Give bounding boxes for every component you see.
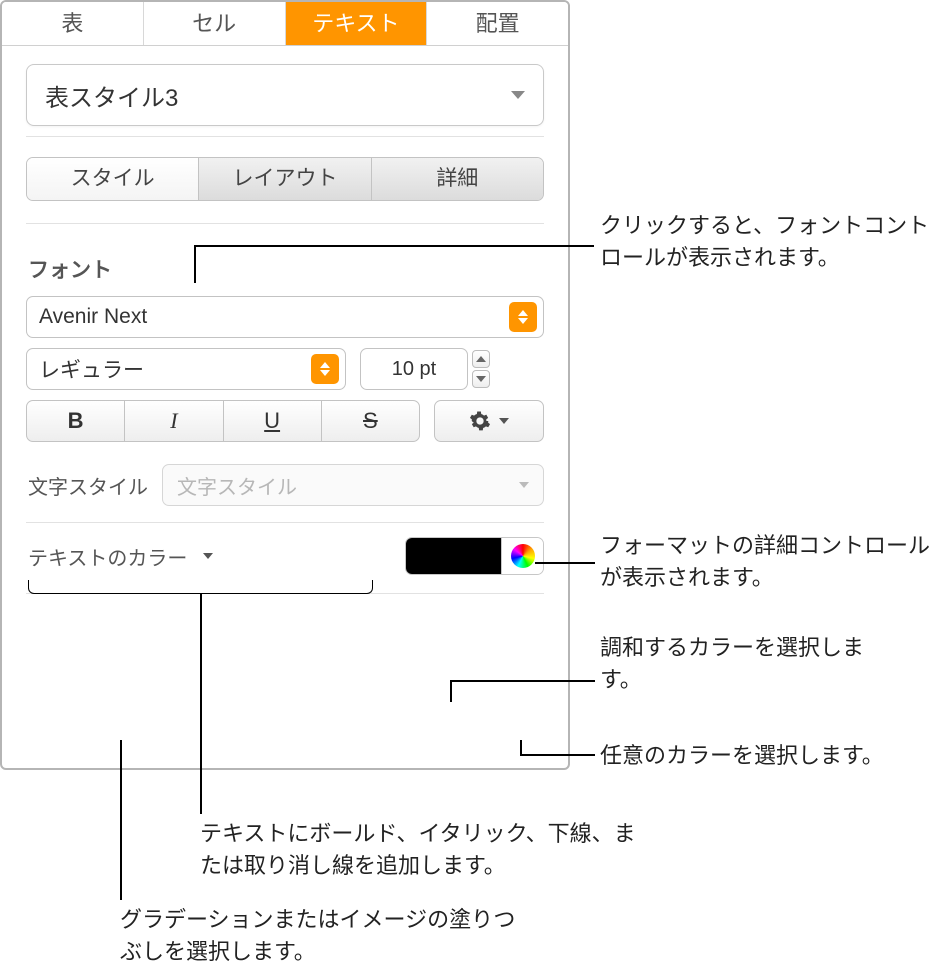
advanced-format-button[interactable]	[434, 400, 544, 442]
text-color-mode-dropdown[interactable]	[197, 545, 219, 567]
text-color-label: テキストのカラー	[28, 542, 187, 571]
underline-button[interactable]: U	[224, 401, 322, 441]
text-format-group: B I U S	[26, 400, 420, 442]
font-size-control: 10 pt	[360, 348, 490, 390]
dropdown-toggle-icon	[509, 302, 537, 332]
font-heading: フォント	[2, 224, 568, 296]
divider	[26, 136, 544, 137]
segtab-detail[interactable]: 詳細	[372, 158, 543, 200]
callout-gear: フォーマットの詳細コントロールが表示されます。	[600, 530, 940, 594]
callout-line	[450, 680, 595, 682]
paragraph-style-label: 表スタイル3	[45, 78, 178, 113]
callout-line	[450, 680, 452, 702]
tab-text[interactable]: テキスト	[286, 2, 428, 45]
chevron-down-icon	[499, 418, 509, 424]
text-color-picker	[405, 537, 544, 575]
callout-line	[194, 245, 196, 283]
callout-style-tab: クリックすると、フォントコントロールが表示されます。	[600, 210, 940, 274]
callout-line	[120, 740, 122, 900]
format-panel: 表 セル テキスト 配置 表スタイル3 スタイル レイアウト 詳細 フォント A…	[0, 0, 570, 770]
callout-bracket	[28, 580, 373, 594]
color-wheel-button[interactable]	[501, 538, 543, 574]
tab-cell[interactable]: セル	[144, 2, 286, 45]
italic-button[interactable]: I	[125, 401, 223, 441]
color-wheel-icon	[511, 544, 535, 568]
bold-button[interactable]: B	[27, 401, 125, 441]
top-tab-bar: 表 セル テキスト 配置	[2, 2, 568, 46]
callout-line	[194, 245, 594, 247]
font-size-down[interactable]	[472, 370, 490, 388]
tab-table[interactable]: 表	[2, 2, 144, 45]
chevron-down-icon	[519, 482, 529, 488]
paragraph-style-dropdown[interactable]: 表スタイル3	[26, 64, 544, 126]
callout-wheel: 任意のカラーを選択します。	[600, 740, 940, 772]
dropdown-toggle-icon	[311, 354, 339, 384]
font-weight-value: レギュラー	[39, 354, 144, 384]
font-size-stepper	[472, 350, 490, 388]
font-family-dropdown[interactable]: Avenir Next	[26, 296, 544, 338]
callout-line	[520, 754, 595, 756]
callout-bisu: テキストにボールド、イタリック、下線、または取り消し線を追加します。	[200, 818, 640, 882]
char-style-label: 文字スタイル	[28, 471, 148, 500]
segtab-style[interactable]: スタイル	[27, 158, 199, 200]
font-family-value: Avenir Next	[39, 305, 147, 329]
callout-line	[200, 594, 202, 814]
gear-icon	[469, 410, 491, 432]
font-weight-dropdown[interactable]: レギュラー	[26, 348, 346, 390]
color-swatch-button[interactable]	[406, 538, 501, 574]
callout-line	[535, 562, 595, 564]
callout-line	[520, 740, 522, 754]
callout-colorlabel: グラデーションまたはイメージの塗りつぶしを選択します。	[120, 904, 520, 968]
chevron-down-icon	[203, 553, 213, 559]
segtab-layout[interactable]: レイアウト	[199, 158, 371, 200]
font-size-field[interactable]: 10 pt	[360, 348, 468, 390]
strikethrough-button[interactable]: S	[322, 401, 419, 441]
segment-tabs: スタイル レイアウト 詳細	[26, 157, 544, 201]
char-style-dropdown[interactable]: 文字スタイル	[162, 464, 544, 506]
callout-swatch: 調和するカラーを選択します。	[600, 632, 900, 696]
char-style-placeholder: 文字スタイル	[177, 471, 297, 500]
font-size-up[interactable]	[472, 350, 490, 368]
tab-arrange[interactable]: 配置	[427, 2, 568, 45]
chevron-down-icon	[511, 91, 525, 99]
